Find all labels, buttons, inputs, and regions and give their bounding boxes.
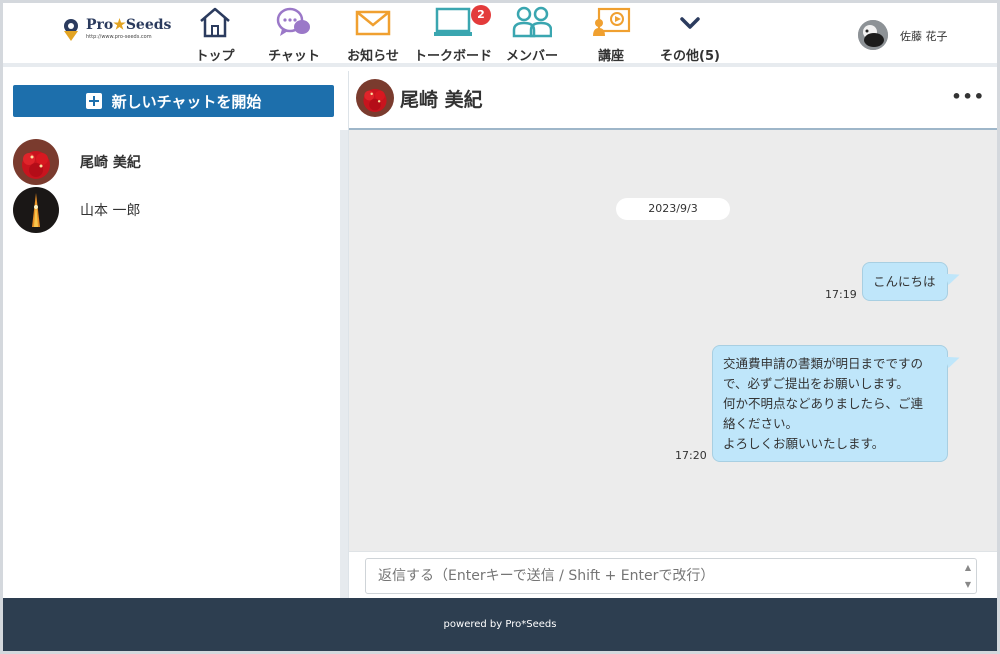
user-avatar: [858, 20, 888, 50]
chat-header: 尾崎 美紀 •••: [349, 71, 997, 130]
message-composer: ▲ ▼: [349, 551, 997, 598]
course-icon: [593, 7, 631, 36]
message-time: 17:20: [675, 449, 707, 462]
plus-icon: [85, 93, 102, 109]
more-options-icon[interactable]: •••: [951, 87, 985, 106]
scroll-down-icon[interactable]: ▼: [961, 576, 975, 593]
nav-members[interactable]: メンバー: [503, 3, 561, 67]
logo-mark-icon: [64, 19, 78, 41]
proseeds-logo[interactable]: Pro★Seeds http://www.pro-seeds.com: [60, 17, 172, 47]
message-line: 何か不明点などありましたら、ご連: [723, 396, 924, 411]
chat-panel: 尾崎 美紀 ••• 2023/9/3 17:19 こんにちは 17:20 交通費…: [349, 71, 997, 598]
message-bubble: こんにちは: [862, 262, 948, 301]
message-line: よろしくお願いいたします。: [723, 436, 885, 451]
chat-partner-avatar: [356, 79, 394, 117]
reply-input[interactable]: [365, 558, 977, 594]
nav-top[interactable]: トップ: [185, 3, 245, 67]
home-icon: [200, 7, 230, 38]
laptop-icon: [434, 7, 472, 36]
contact-item[interactable]: 山本 一郎: [3, 187, 339, 235]
message-line: 絡ください。: [723, 416, 799, 431]
new-chat-label: 新しいチャットを開始: [111, 92, 262, 111]
reply-scrollbar[interactable]: ▲ ▼: [961, 559, 975, 593]
logo-url: http://www.pro-seeds.com: [86, 34, 152, 40]
user-name: 佐藤 花子: [900, 30, 948, 43]
members-icon: [512, 6, 552, 38]
page-footer: powered by Pro*Seeds: [3, 598, 997, 651]
contact-name: 尾崎 美紀: [80, 155, 141, 171]
nav-talkboard[interactable]: 2 トークボード: [413, 3, 493, 67]
top-header: Pro★Seeds http://www.pro-seeds.com トップ チ…: [3, 3, 997, 67]
talkboard-badge: 2: [471, 5, 491, 25]
chat-icon: [276, 7, 310, 36]
message-bubble: 交通費申請の書類が明日までですの で、必ずご提出をお願いします。 何か不明点など…: [712, 345, 948, 462]
date-separator: 2023/9/3: [616, 198, 730, 220]
chat-sidebar: 新しいチャットを開始 尾崎 美紀 山本 一郎: [3, 71, 349, 598]
message-line: で、必ずご提出をお願いします。: [723, 376, 909, 391]
nav-course[interactable]: 講座: [583, 3, 639, 67]
contact-name: 山本 一郎: [80, 203, 141, 219]
message-time: 17:19: [825, 288, 857, 301]
contact-avatar: [13, 187, 59, 233]
nav-notice[interactable]: お知らせ: [343, 3, 403, 67]
contact-item[interactable]: 尾崎 美紀: [3, 139, 339, 187]
message-line: 交通費申請の書類が明日までですの: [723, 356, 924, 371]
chat-title: 尾崎 美紀: [400, 89, 483, 111]
sidebar-scrollbar[interactable]: [340, 130, 348, 598]
nav-other[interactable]: その他(5): [655, 3, 725, 67]
scroll-up-icon[interactable]: ▲: [961, 559, 975, 576]
envelope-icon: [355, 10, 391, 36]
contact-avatar: [13, 139, 59, 185]
app-frame: Pro★Seeds http://www.pro-seeds.com トップ チ…: [0, 0, 1000, 654]
new-chat-button[interactable]: 新しいチャットを開始: [13, 85, 334, 117]
chevron-down-icon: [680, 17, 700, 29]
logo-text: Pro★Seeds: [86, 17, 172, 33]
nav-chat[interactable]: チャット: [263, 3, 325, 67]
